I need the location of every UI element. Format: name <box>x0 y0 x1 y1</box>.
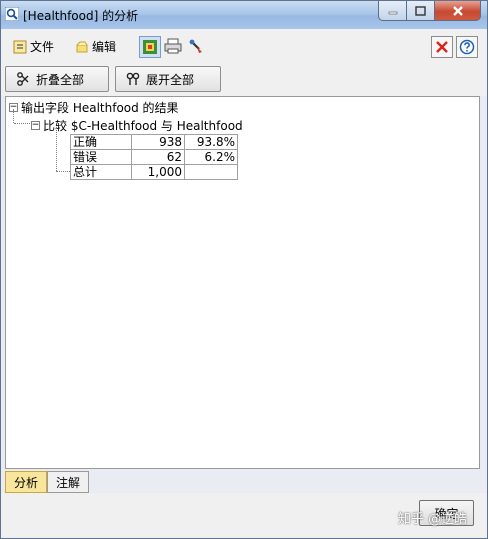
row-percent: 6.2% <box>184 149 238 165</box>
export-button[interactable] <box>139 36 161 58</box>
watermark: 知乎 @逆皓 <box>398 512 468 527</box>
expand-all-label: 展开全部 <box>146 72 195 87</box>
close-icon <box>452 5 463 16</box>
maximize-button[interactable] <box>406 1 434 21</box>
maximize-icon <box>415 5 426 16</box>
printer-icon <box>164 38 182 54</box>
tree-comparison-row[interactable]: − 比较 $C-Healthfood 与 Healthfood <box>31 117 243 134</box>
collapse-icon <box>17 72 29 86</box>
tab-analysis[interactable]: 分析 <box>5 471 48 493</box>
table-row: 错误 62 6.2% <box>70 149 238 165</box>
comparison-label: 比较 $C-Healthfood 与 Healthfood <box>43 119 243 133</box>
pin-icon <box>189 39 202 53</box>
row-percent: 93.8% <box>184 134 238 150</box>
bottom-bar: 确定 知乎 @逆皓 <box>1 493 487 538</box>
close-window-button[interactable] <box>434 1 481 21</box>
tab-annotation[interactable]: 注解 <box>47 471 90 493</box>
minimize-icon <box>388 11 397 14</box>
row-label: 错误 <box>70 149 132 165</box>
tree-connector <box>56 127 57 171</box>
edit-icon <box>76 41 88 52</box>
row-label: 总计 <box>70 164 132 180</box>
expand-icon <box>126 72 140 85</box>
table-row: 总计 1,000 <box>70 164 238 180</box>
collapse-all-button[interactable]: 折叠全部 <box>5 66 109 92</box>
tree-connector <box>56 171 70 172</box>
row-count: 62 <box>131 149 185 165</box>
analysis-window: [Healthfood] 的分析 文件 编辑 折叠全部 展开全部 − 输出字段 … <box>0 0 488 539</box>
expand-all-button[interactable]: 展开全部 <box>115 66 221 92</box>
window-title: [Healthfood] 的分析 <box>23 9 139 23</box>
file-menu-label: 文件 <box>30 40 55 54</box>
tree-connector <box>14 123 30 124</box>
analysis-output-pane[interactable]: − 输出字段 Healthfood 的结果 − 比较 $C-Healthfood… <box>5 96 480 469</box>
tab-strip: 分析 注解 <box>5 471 90 493</box>
export-icon <box>143 40 157 54</box>
tree-root-label: 输出字段 Healthfood 的结果 <box>21 101 179 115</box>
help-icon <box>459 39 475 55</box>
close-output-button[interactable] <box>431 36 453 58</box>
result-table: 正确 938 93.8% 错误 62 6.2% 总计 1,000 <box>70 134 238 180</box>
help-button[interactable] <box>456 36 478 58</box>
tree-connector <box>13 109 14 123</box>
pin-button[interactable] <box>186 36 206 56</box>
row-count: 1,000 <box>131 164 185 180</box>
table-row: 正确 938 93.8% <box>70 134 238 150</box>
file-icon <box>13 40 27 53</box>
tree-root-row[interactable]: − 输出字段 Healthfood 的结果 <box>9 99 179 116</box>
row-percent <box>184 164 238 180</box>
collapse-all-label: 折叠全部 <box>36 72 85 87</box>
minimize-button[interactable] <box>378 1 406 21</box>
print-button[interactable] <box>163 36 183 56</box>
collapse-toggle-icon[interactable]: − <box>31 121 40 130</box>
action-bar: 折叠全部 展开全部 <box>1 63 487 96</box>
edit-menu[interactable]: 编辑 <box>75 38 116 55</box>
window-controls <box>378 1 481 21</box>
row-count: 938 <box>131 134 185 150</box>
file-menu[interactable]: 文件 <box>13 38 54 55</box>
edit-menu-label: 编辑 <box>92 40 117 54</box>
magnifier-icon <box>4 6 20 22</box>
menu-bar: 文件 编辑 <box>1 29 487 64</box>
row-label: 正确 <box>70 134 132 150</box>
title-bar[interactable]: [Healthfood] 的分析 <box>1 1 487 29</box>
red-x-icon <box>436 41 448 53</box>
